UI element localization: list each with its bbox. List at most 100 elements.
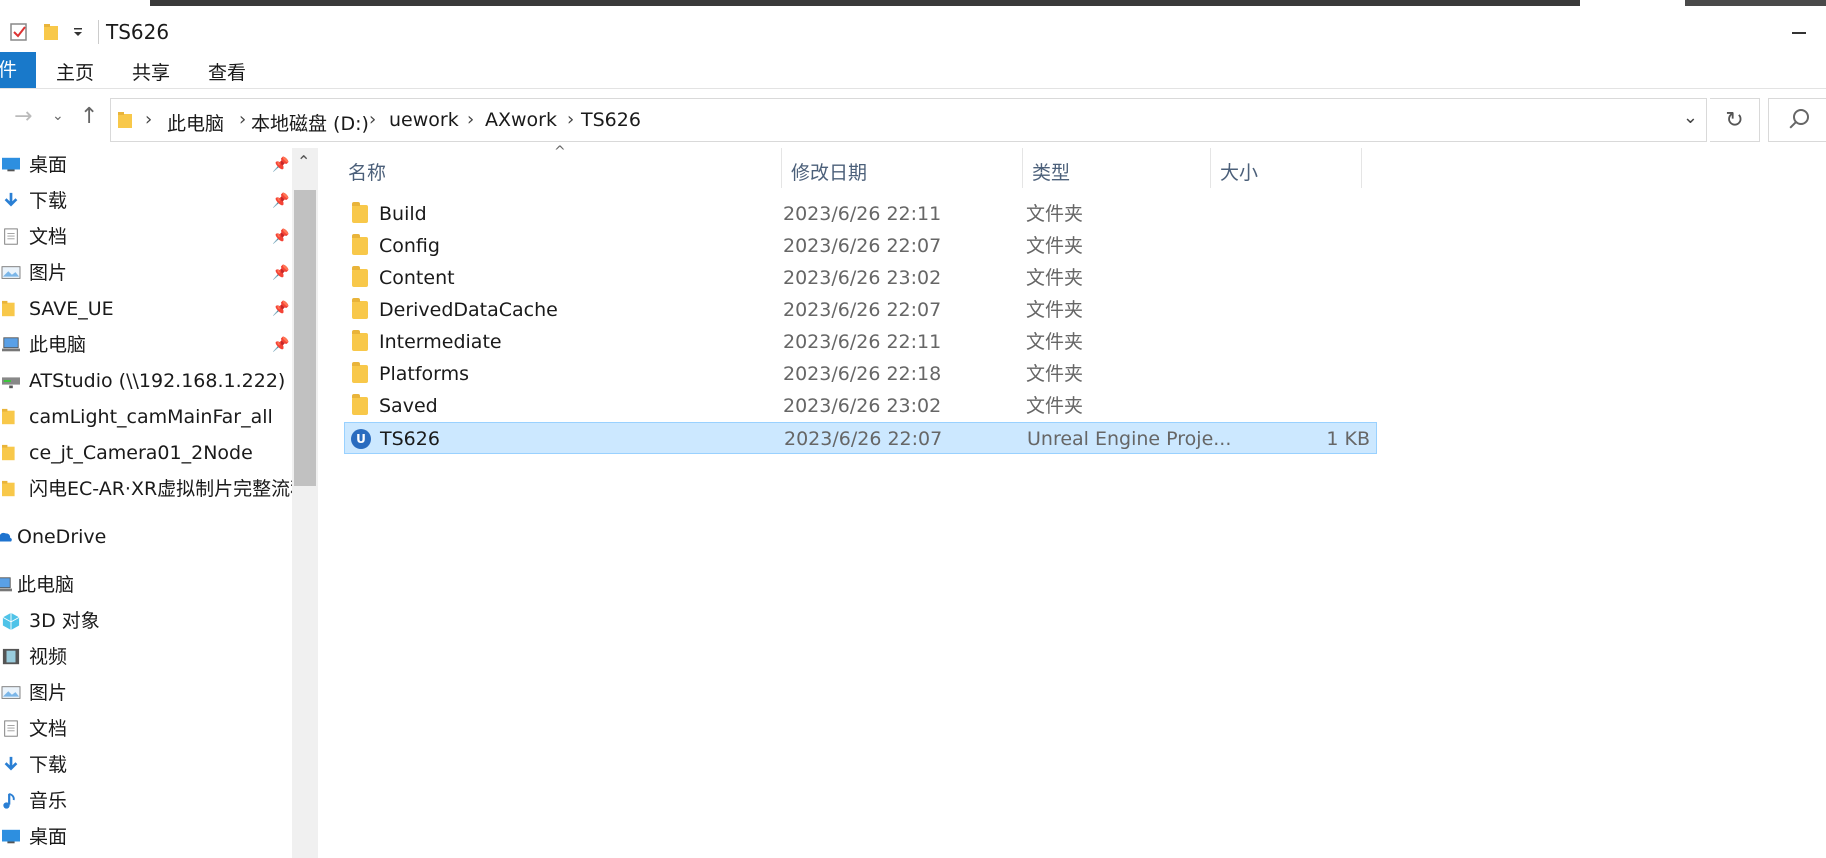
nav-item-label: camLight_camMainFar_all xyxy=(29,406,273,428)
tab-share[interactable]: 共享 xyxy=(124,58,178,88)
breadcrumb-this-pc[interactable]: 此电脑 xyxy=(167,109,224,136)
file-row[interactable]: Intermediate 2023/6/26 22:11 文件夹 xyxy=(344,326,1377,358)
address-dropdown-icon[interactable]: ⌄ xyxy=(1683,107,1698,128)
tab-home[interactable]: 主页 xyxy=(48,58,102,88)
file-name: Saved xyxy=(379,395,438,417)
nav-item-label: 文档 xyxy=(29,226,68,248)
folder-icon xyxy=(352,234,368,255)
file-size: 1 KB xyxy=(1326,428,1370,450)
file-row[interactable]: DerivedDataCache 2023/6/26 22:07 文件夹 xyxy=(344,294,1377,326)
folder-icon xyxy=(352,298,368,319)
tab-file[interactable]: 件 xyxy=(0,52,36,88)
document-icon xyxy=(4,228,18,245)
search-box[interactable] xyxy=(1768,98,1826,142)
nav-item[interactable]: ATStudio (\\192.168.1.222) (Z:) xyxy=(0,364,294,398)
nav-item[interactable]: 桌面 📌 xyxy=(0,148,294,182)
nav-item[interactable]: 3D 对象 xyxy=(0,604,294,638)
quick-access-dropdown-icon[interactable] xyxy=(72,26,84,38)
nav-item-label: 3D 对象 xyxy=(29,610,100,632)
pin-icon[interactable]: 📌 xyxy=(272,328,289,362)
column-divider[interactable] xyxy=(1022,148,1023,188)
pin-icon[interactable]: 📌 xyxy=(272,220,289,254)
nav-item[interactable]: ce_jt_Camera01_2Node xyxy=(0,436,294,470)
file-row[interactable]: Platforms 2023/6/26 22:18 文件夹 xyxy=(344,358,1377,390)
file-row[interactable]: Config 2023/6/26 22:07 文件夹 xyxy=(344,230,1377,262)
column-header-name[interactable]: 名称 xyxy=(348,158,386,185)
ribbon-tabs: 件 主页 共享 查看 xyxy=(0,52,1826,89)
nav-item[interactable]: 文档 xyxy=(0,712,294,746)
column-divider[interactable] xyxy=(1361,148,1362,188)
forward-arrow-icon[interactable]: → xyxy=(14,104,32,129)
nav-item[interactable]: 此电脑 📌 xyxy=(0,328,294,362)
breadcrumb-axwork[interactable]: AXwork xyxy=(485,109,557,131)
nav-item[interactable]: OneDrive xyxy=(0,520,294,554)
file-name: Build xyxy=(379,203,427,225)
pin-icon[interactable]: 📌 xyxy=(272,184,289,218)
nav-item[interactable]: 此电脑 xyxy=(0,568,294,602)
nav-scrollbar[interactable]: ⌃ xyxy=(292,148,318,858)
folder-icon xyxy=(118,112,132,128)
computer-icon xyxy=(2,337,20,352)
breadcrumb-chevron-icon[interactable]: › xyxy=(239,109,246,130)
folder-icon xyxy=(2,300,15,317)
column-header-type[interactable]: 类型 xyxy=(1032,158,1070,185)
breadcrumb-chevron-icon[interactable]: › xyxy=(567,109,574,130)
title-separator xyxy=(98,20,99,44)
breadcrumb-ts626[interactable]: TS626 xyxy=(581,109,641,131)
nav-item[interactable]: 图片 xyxy=(0,676,294,710)
breadcrumb-drive-d[interactable]: 本地磁盘 (D:) xyxy=(251,109,369,136)
column-divider[interactable] xyxy=(1210,148,1211,188)
nav-item[interactable]: 文档 📌 xyxy=(0,220,294,254)
desktop-icon xyxy=(2,157,20,172)
breadcrumb-chevron-icon[interactable]: › xyxy=(145,109,152,130)
nav-item[interactable]: 下载 xyxy=(0,748,294,782)
up-arrow-icon[interactable]: ↑ xyxy=(80,104,98,129)
column-header-date[interactable]: 修改日期 xyxy=(791,158,867,185)
properties-checkbox-icon[interactable] xyxy=(10,22,28,42)
file-row[interactable]: U TS626 2023/6/26 22:07 Unreal Engine Proje… xyxy=(344,422,1377,454)
nav-item[interactable]: 音乐 xyxy=(0,784,294,818)
nav-item[interactable]: 闪电EC-AR·XR虚拟制片完整流程 xyxy=(0,472,294,506)
nav-item-label: 下载 xyxy=(29,754,68,776)
pin-icon[interactable]: 📌 xyxy=(272,292,289,326)
refresh-button[interactable]: ↻ xyxy=(1710,98,1760,142)
file-row[interactable]: Content 2023/6/26 23:02 文件夹 xyxy=(344,262,1377,294)
file-date: 2023/6/26 23:02 xyxy=(783,267,942,289)
breadcrumb-uework[interactable]: uework xyxy=(389,109,459,131)
address-bar[interactable]: › 此电脑 › 本地磁盘 (D:) › uework › AXwork › TS… xyxy=(110,98,1707,142)
tab-view[interactable]: 查看 xyxy=(200,58,254,88)
nav-item[interactable]: camLight_camMainFar_all xyxy=(0,400,294,434)
pin-icon[interactable]: 📌 xyxy=(272,148,289,182)
file-date: 2023/6/26 22:18 xyxy=(783,363,942,385)
nav-item-label: ce_jt_Camera01_2Node xyxy=(29,442,253,464)
minimize-button[interactable] xyxy=(1792,32,1806,34)
tab-file-label: 件 xyxy=(0,59,18,81)
breadcrumb-chevron-icon[interactable]: › xyxy=(467,109,474,130)
download-icon xyxy=(4,192,18,207)
file-row[interactable]: Saved 2023/6/26 23:02 文件夹 xyxy=(344,390,1377,422)
nav-item[interactable]: 图片 📌 xyxy=(0,256,294,290)
picture-icon xyxy=(1,686,21,699)
pin-icon[interactable]: 📌 xyxy=(272,256,289,290)
breadcrumb-chevron-icon[interactable]: › xyxy=(369,109,376,130)
nav-item-label: OneDrive xyxy=(17,526,107,548)
search-icon xyxy=(1793,109,1809,125)
new-folder-icon[interactable] xyxy=(42,22,60,42)
column-header-size[interactable]: 大小 xyxy=(1220,158,1258,185)
navigation-row: → ⌄ ↑ › 此电脑 › 本地磁盘 (D:) › uework › AXwor… xyxy=(0,94,1826,144)
nav-item[interactable]: 视频 xyxy=(0,640,294,674)
scroll-thumb[interactable] xyxy=(294,190,316,486)
scroll-up-arrow-icon[interactable]: ⌃ xyxy=(297,152,310,171)
recent-locations-chevron-icon[interactable]: ⌄ xyxy=(52,108,64,124)
file-type: 文件夹 xyxy=(1026,299,1084,321)
file-name: Platforms xyxy=(379,363,470,385)
nav-item[interactable]: 下载 📌 xyxy=(0,184,294,218)
computer-icon xyxy=(0,577,12,592)
file-row[interactable]: Build 2023/6/26 22:11 文件夹 xyxy=(344,198,1377,230)
folder-icon xyxy=(2,408,15,425)
picture-icon xyxy=(1,266,21,279)
nav-item-label: 图片 xyxy=(29,262,68,284)
column-divider[interactable] xyxy=(781,148,782,188)
nav-item[interactable]: SAVE_UE 📌 xyxy=(0,292,294,326)
nav-item[interactable]: 桌面 xyxy=(0,820,294,854)
